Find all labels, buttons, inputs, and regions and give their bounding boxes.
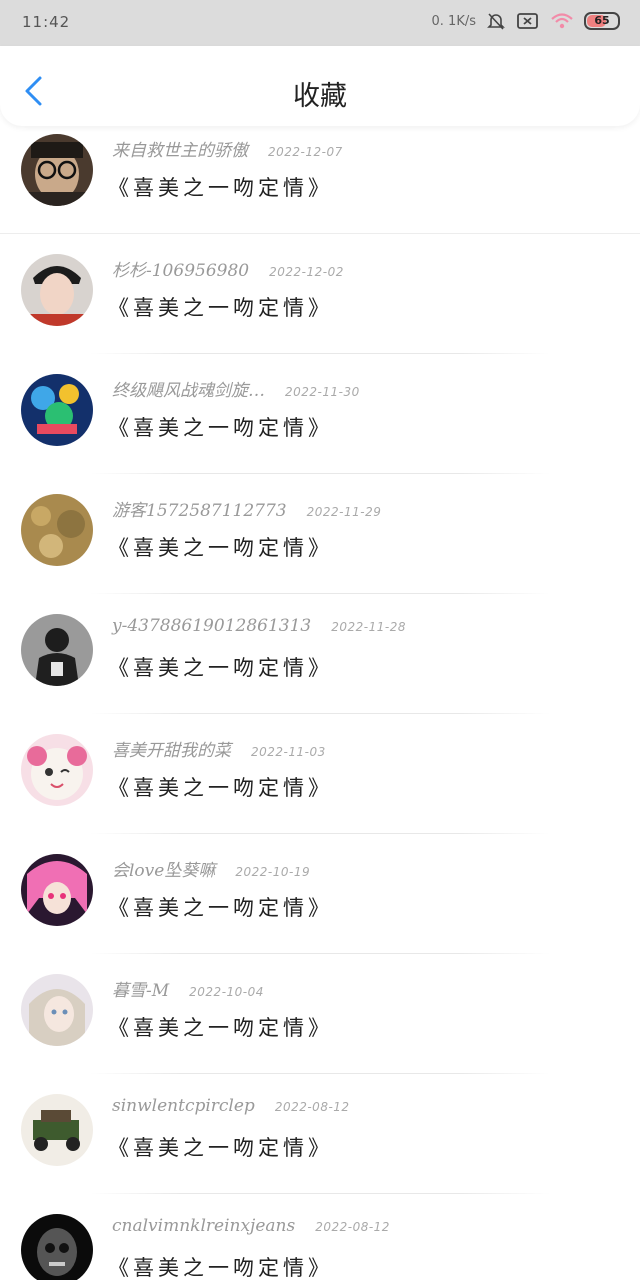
date: 2022-08-12 <box>315 1220 390 1234</box>
list-item[interactable]: 会love坠葵嘛 2022-10-19 《喜美之一吻定情》 <box>0 834 640 954</box>
header-bar: 收藏 <box>0 46 640 126</box>
status-icons: 0. 1K/s 65 <box>432 11 620 31</box>
item-meta: cnalvimnklreinxjeans 2022-08-12 <box>112 1216 390 1236</box>
username[interactable]: 来自救世主的骄傲 <box>112 136 248 161</box>
avatar <box>21 374 93 446</box>
network-speed: 0. 1K/s <box>431 13 476 29</box>
song-title[interactable]: 《喜美之一吻定情》 <box>108 532 333 562</box>
list-item[interactable]: 游客1572587112773 2022-11-29 《喜美之一吻定情》 <box>0 474 640 594</box>
date: 2022-10-19 <box>235 865 311 879</box>
username[interactable]: 杉杉-106956980 <box>112 256 249 281</box>
list-item[interactable]: 暮雪-M 2022-10-04 《喜美之一吻定情》 <box>0 954 640 1074</box>
date: 2022-11-03 <box>251 745 326 759</box>
wifi-icon <box>551 13 573 29</box>
song-title[interactable]: 《喜美之一吻定情》 <box>108 1132 333 1162</box>
song-title[interactable]: 《喜美之一吻定情》 <box>108 772 333 802</box>
avatar <box>21 854 93 926</box>
avatar <box>21 614 93 686</box>
avatar <box>21 734 93 806</box>
date: 2022-08-12 <box>274 1100 350 1114</box>
favorites-list: 来自救世主的骄傲 2022-12-07 《喜美之一吻定情》 杉杉-1069569… <box>0 126 640 1280</box>
song-title[interactable]: 《喜美之一吻定情》 <box>108 1012 333 1042</box>
avatar <box>21 254 93 326</box>
status-time: 11:42 <box>22 13 71 31</box>
username[interactable]: 喜美开甜我的菜 <box>112 736 231 761</box>
item-meta: 游客1572587112773 2022-11-29 <box>112 496 381 521</box>
username[interactable]: 游客1572587112773 <box>112 496 287 521</box>
username[interactable]: cnalvimnklreinxjeans <box>112 1216 295 1236</box>
song-title[interactable]: 《喜美之一吻定情》 <box>108 172 333 202</box>
avatar <box>21 974 93 1046</box>
item-meta: 杉杉-106956980 2022-12-02 <box>112 256 344 281</box>
page-title: 收藏 <box>293 81 347 112</box>
list-item[interactable]: 来自救世主的骄傲 2022-12-07 《喜美之一吻定情》 <box>0 126 640 234</box>
sim-none-icon <box>517 13 538 29</box>
status-bar: 11:42 0. 1K/s 65 <box>0 0 640 46</box>
item-meta: 来自救世主的骄傲 2022-12-07 <box>112 136 343 161</box>
song-title[interactable]: 《喜美之一吻定情》 <box>108 412 333 442</box>
date: 2022-10-04 <box>189 985 264 999</box>
date: 2022-11-29 <box>306 505 382 519</box>
username[interactable]: 会love坠葵嘛 <box>112 856 215 881</box>
avatar <box>21 134 93 206</box>
song-title[interactable]: 《喜美之一吻定情》 <box>108 652 333 682</box>
battery-icon: 65 <box>584 12 620 30</box>
list-item[interactable]: 杉杉-106956980 2022-12-02 《喜美之一吻定情》 <box>0 234 640 354</box>
mute-bell-icon <box>487 13 505 30</box>
username[interactable]: 暮雪-M <box>112 976 169 1001</box>
item-meta: y-43788619012861313 2022-11-28 <box>112 616 406 636</box>
date: 2022-12-02 <box>269 265 344 279</box>
item-meta: 终级飓风战魂剑旋… 2022-11-30 <box>112 376 360 401</box>
username[interactable]: y-43788619012861313 <box>112 616 311 636</box>
avatar <box>21 1094 93 1166</box>
item-meta: sinwlentcpirclep 2022-08-12 <box>112 1096 350 1116</box>
avatar <box>21 1214 93 1280</box>
username[interactable]: 终级飓风战魂剑旋… <box>112 376 265 401</box>
song-title[interactable]: 《喜美之一吻定情》 <box>108 1252 333 1280</box>
date: 2022-12-07 <box>268 145 343 159</box>
list-item[interactable]: cnalvimnklreinxjeans 2022-08-12 《喜美之一吻定情… <box>0 1194 640 1280</box>
song-title[interactable]: 《喜美之一吻定情》 <box>108 892 333 922</box>
date: 2022-11-30 <box>285 385 360 399</box>
list-item[interactable]: y-43788619012861313 2022-11-28 《喜美之一吻定情》 <box>0 594 640 714</box>
item-meta: 会love坠葵嘛 2022-10-19 <box>112 856 310 881</box>
battery-level: 65 <box>594 14 610 27</box>
avatar <box>21 494 93 566</box>
list-item[interactable]: 终级飓风战魂剑旋… 2022-11-30 《喜美之一吻定情》 <box>0 354 640 474</box>
item-meta: 喜美开甜我的菜 2022-11-03 <box>112 736 326 761</box>
username[interactable]: sinwlentcpirclep <box>112 1096 255 1116</box>
list-item[interactable]: 喜美开甜我的菜 2022-11-03 《喜美之一吻定情》 <box>0 714 640 834</box>
list-item[interactable]: sinwlentcpirclep 2022-08-12 《喜美之一吻定情》 <box>0 1074 640 1194</box>
date: 2022-11-28 <box>331 620 406 634</box>
item-meta: 暮雪-M 2022-10-04 <box>112 976 264 1001</box>
song-title[interactable]: 《喜美之一吻定情》 <box>108 292 333 322</box>
